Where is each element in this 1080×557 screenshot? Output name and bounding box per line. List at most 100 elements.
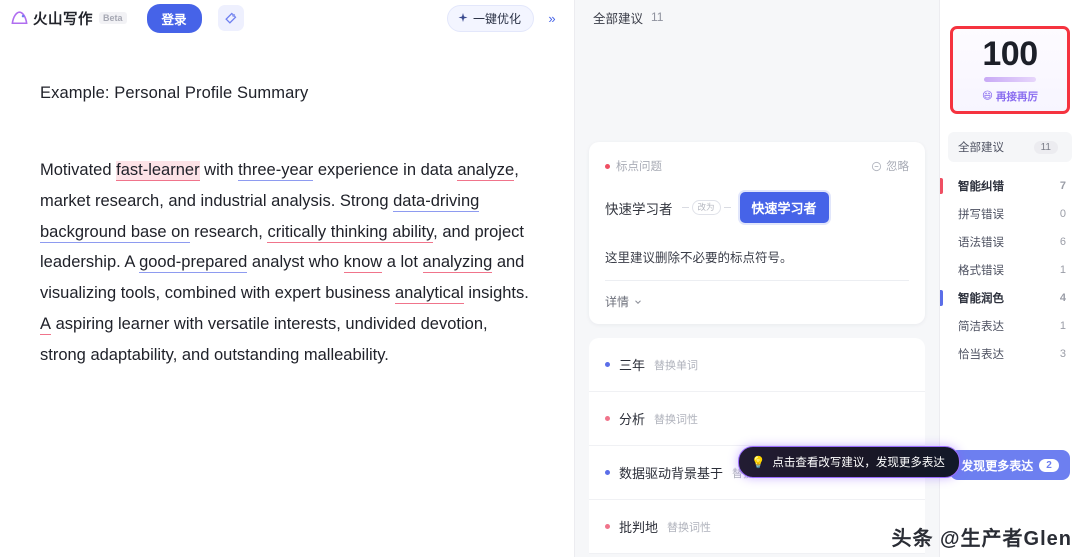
suggestion-dot-icon [605,470,610,475]
suggestions-header-count: 11 [651,10,664,24]
score-label: 再接再厉 [995,90,1038,103]
details-toggle[interactable]: 详情 [605,293,909,310]
suggestion-row[interactable]: 分析 替换词性 [589,392,925,446]
suggestion-type: 替换词性 [667,521,712,534]
suggestion-row[interactable]: 批判地 替换词性 [589,500,925,554]
sidebar-group-智能润色[interactable]: 智能润色 4 [940,284,1080,312]
score-sidebar: 100 😄 再接再厉 全部建议 11 智能纠错 7 拼写错误 0 语法错误 6 格式错误 1 智… [940,0,1080,557]
sidebar-item-label: 语法错误 [958,237,1004,249]
document-text: aspiring learner with versatile interest… [40,314,488,364]
score-value: 100 [982,34,1038,73]
chevron-down-icon [635,299,641,304]
sidebar-item-label: 拼写错误 [958,209,1004,221]
suggestions-column: 全部建议 11 标点问题 忽略 快速学习者 改为 快速学习者 这里建议删除不必要… [575,0,960,557]
rewrite-tooltip-text: 点击查看改写建议，发现更多表达 [772,457,945,469]
document-paragraph[interactable]: Motivated fast-learner with three-year e… [40,155,534,371]
magic-wand-glyph [225,12,237,24]
sidebar-all-label: 全部建议 [958,142,1004,154]
volcano-logo-icon [11,10,28,24]
suggestion-dot-icon [605,416,610,421]
suggestion-type: 替换单词 [654,359,699,372]
document-text: experience in data [313,161,458,179]
suggestion-word: 三年 [619,358,646,373]
polish-mark-blue: good-prepared [139,253,248,274]
apply-suggestion-button[interactable]: 快速学习者 [739,192,829,223]
sidebar-group-智能纠错[interactable]: 智能纠错 7 [940,172,1080,200]
suggestion-card[interactable]: 标点问题 忽略 快速学习者 改为 快速学习者 这里建议删除不必要的标点符号。 详… [589,142,925,324]
group-accent-bar [940,178,943,194]
suggestion-dot-icon [605,362,610,367]
beta-tag: Beta [99,12,127,24]
grammar-mark-red: analyzing [422,253,493,274]
sidebar-item-简洁表达[interactable]: 简洁表达 1 [940,312,1080,340]
document-text: analyst who [247,253,344,272]
issue-dot-icon [605,163,610,169]
suggestion-type: 替换词性 [654,413,699,426]
suggestion-row[interactable]: 三年 替换单词 [589,338,925,392]
discover-more-button[interactable]: 发现更多表达 2 [950,450,1070,480]
document-text: a lot [382,253,423,272]
grammar-mark-red: analytical [394,284,464,305]
sidebar-item-count: 3 [1059,348,1066,360]
document-text: insights. [463,284,529,303]
login-button[interactable]: 登录 [146,3,202,33]
group-label: 智能纠错 [958,181,1004,193]
document-text: Motivated [40,161,117,179]
one-click-optimize-label: 一键优化 [472,11,521,26]
sidebar-item-label: 恰当表达 [958,349,1004,361]
editor-column: 火山写作 Beta 登录 一键优化 » Example: Personal Pr… [0,0,575,557]
app-root: 火山写作 Beta 登录 一键优化 » Example: Personal Pr… [0,0,1080,557]
sidebar-item-label: 格式错误 [958,265,1004,277]
sidebar-item-格式错误[interactable]: 格式错误 1 [940,256,1080,284]
app-logo[interactable]: 火山写作 Beta [10,8,127,29]
grammar-mark-active: fast-learner [116,161,200,181]
details-label: 详情 [605,295,630,309]
sidebar-item-count: 1 [1059,320,1066,332]
magic-wand-icon[interactable] [217,5,244,31]
original-text: 快速学习者 [605,201,673,217]
sidebar-category-list: 全部建议 11 智能纠错 7 拼写错误 0 语法错误 6 格式错误 1 智能润色 4 简洁表达 1 恰当… [940,132,1080,368]
sidebar-item-恰当表达[interactable]: 恰当表达 3 [940,340,1080,368]
one-click-optimize-button[interactable]: 一键优化 [446,4,534,32]
issue-type-label: 标点问题 [616,161,662,173]
group-count: 7 [1059,180,1066,192]
score-label-row: 😄 再接再厉 [982,89,1038,104]
score-emoji-icon: 😄 [982,90,993,102]
score-box: 100 😄 再接再厉 [950,26,1070,114]
grammar-mark-red: analyze [457,161,515,181]
grammar-mark-red: A [40,314,52,335]
minus-circle-icon [871,161,882,171]
grammar-mark-red: know [343,253,383,274]
suggestion-dot-icon [605,524,610,529]
logo-text: 火山写作 [33,11,93,28]
sidebar-item-count: 6 [1059,236,1066,248]
suggestion-card-tag: 标点问题 [605,158,662,174]
document-area[interactable]: Example: Personal Profile Summary Motiva… [0,36,574,371]
sidebar-item-label: 简洁表达 [958,321,1004,333]
suggestions-header: 全部建议 11 [575,0,939,34]
lightbulb-icon: 💡 [751,457,766,469]
sidebar-item-all-suggestions[interactable]: 全部建议 11 [948,132,1072,162]
rewrite-tooltip: 💡 点击查看改写建议，发现更多表达 [738,446,960,478]
polish-mark-blue: three-year [238,161,314,181]
top-bar-actions: 一键优化 » [446,0,564,36]
sidebar-item-拼写错误[interactable]: 拼写错误 0 [940,200,1080,228]
sidebar-groups: 智能纠错 7 拼写错误 0 语法错误 6 格式错误 1 智能润色 4 简洁表达 1 恰当表达 3 [940,172,1080,368]
sidebar-item-count: 0 [1059,208,1066,220]
ignore-button[interactable]: 忽略 [871,158,909,174]
replacement-row: 快速学习者 改为 快速学习者 [605,192,909,223]
sidebar-all-count: 11 [1033,140,1058,154]
replace-pill-label: 改为 [691,199,721,216]
sidebar-item-语法错误[interactable]: 语法错误 6 [940,228,1080,256]
suggestion-word: 批判地 [619,520,659,535]
group-count: 4 [1059,292,1066,304]
score-underline-decoration [984,76,1036,82]
ignore-label: 忽略 [886,161,909,173]
group-label: 智能润色 [958,293,1004,305]
discover-more-badge: 2 [1039,458,1059,472]
watermark: 头条 @生产者Glen [891,528,1072,550]
chevron-double-right-icon[interactable]: » [540,6,564,30]
suggestion-description: 这里建议删除不必要的标点符号。 [605,247,909,281]
grammar-mark-red: critically thinking ability [267,222,434,243]
sidebar-item-count: 1 [1059,264,1066,276]
